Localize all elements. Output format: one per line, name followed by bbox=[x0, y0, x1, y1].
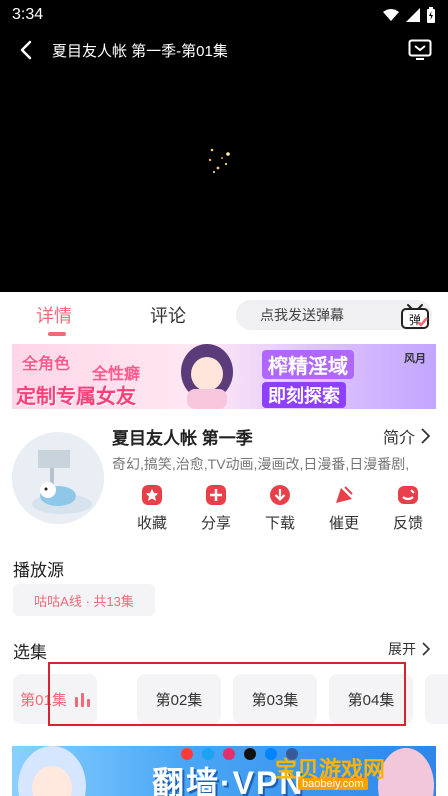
tv-cast-button[interactable] bbox=[406, 38, 434, 62]
share-label: 分享 bbox=[200, 515, 231, 532]
player-title: 夏目友人帐 第一季-第01集 bbox=[52, 42, 228, 60]
urge-update-button[interactable]: 催更 bbox=[312, 484, 376, 540]
chevron-right-icon bbox=[421, 428, 430, 444]
bookmark-icon bbox=[142, 485, 162, 505]
episode-highlight-box bbox=[48, 662, 406, 726]
ad-text-a: 全角色 bbox=[22, 356, 71, 373]
signal-icon bbox=[406, 8, 420, 22]
wifi-icon bbox=[383, 9, 399, 21]
ad-text-d: 榨精淫域 bbox=[262, 350, 354, 379]
tab-details[interactable]: 详情 bbox=[36, 302, 72, 328]
share-icon bbox=[206, 485, 226, 505]
status-bar: 3:34 bbox=[0, 0, 448, 30]
ad-text-e: 即刻探索 bbox=[262, 382, 346, 408]
back-button[interactable] bbox=[14, 38, 38, 62]
expand-label: 展开 bbox=[388, 641, 416, 657]
status-icons bbox=[382, 7, 436, 23]
detail-sheet: 详情 评论 点我发送弹幕 弹 全角色 全性癖 定制专属女友 榨精淫域 即刻探索 … bbox=[0, 292, 448, 796]
battery-icon bbox=[427, 7, 435, 23]
watermark-url: baobeiy.com bbox=[298, 778, 368, 790]
loading-spinner-icon bbox=[208, 148, 230, 173]
episodes-section-title: 选集 bbox=[13, 643, 47, 662]
urge-update-icon bbox=[336, 486, 353, 503]
intro-label: 简介 bbox=[382, 430, 415, 447]
intro-link[interactable]: 简介 bbox=[383, 424, 430, 448]
share-button[interactable]: 分享 bbox=[184, 484, 248, 540]
download-button[interactable]: 下载 bbox=[248, 484, 312, 540]
ad-text-f: 风月 bbox=[404, 353, 426, 365]
video-player[interactable]: 夏目友人帐 第一季-第01集 bbox=[0, 30, 448, 292]
anime-title: 夏目友人帐 第一季 bbox=[112, 429, 253, 448]
status-time: 3:34 bbox=[12, 6, 44, 23]
tab-active-indicator bbox=[48, 332, 66, 336]
download-icon bbox=[270, 485, 290, 505]
anime-tags: 奇幻,搞笑,治愈,TV动画,漫画改,日漫番,日漫番剧, bbox=[112, 456, 410, 472]
tv-cast-icon bbox=[408, 39, 432, 60]
anime-info: 夏目友人帐 第一季 简介 奇幻,搞笑,治愈,TV动画,漫画改,日漫番,日漫番剧,… bbox=[0, 418, 448, 548]
source-chip[interactable]: 咕咕A线 · 共13集 bbox=[13, 584, 155, 616]
feedback-button[interactable]: 反馈 bbox=[376, 484, 440, 540]
feedback-label: 反馈 bbox=[392, 515, 423, 532]
player-top-bar: 夏目友人帐 第一季-第01集 bbox=[0, 30, 448, 70]
poster-illustration-icon bbox=[12, 432, 104, 524]
tab-bar: 详情 评论 点我发送弹幕 弹 bbox=[0, 292, 448, 338]
bookmark-button[interactable]: 收藏 bbox=[120, 484, 184, 540]
ad-text-c: 定制专属女友 bbox=[16, 386, 136, 408]
episode-item-more[interactable] bbox=[425, 674, 448, 724]
feedback-icon bbox=[398, 486, 418, 504]
ad-banner-top[interactable]: 全角色 全性癖 定制专属女友 榨精淫域 即刻探索 风月 bbox=[12, 344, 436, 409]
source-section-title: 播放源 bbox=[13, 561, 64, 580]
danmaku-input[interactable]: 点我发送弹幕 弹 bbox=[236, 300, 432, 330]
urge-update-label: 催更 bbox=[328, 515, 359, 532]
action-row: 收藏 分享 下载 催更 反馈 bbox=[120, 484, 440, 540]
chevron-right-icon bbox=[422, 642, 430, 656]
back-arrow-icon bbox=[20, 40, 32, 60]
bookmark-label: 收藏 bbox=[136, 515, 167, 532]
danmaku-placeholder: 点我发送弹幕 bbox=[260, 307, 344, 323]
download-label: 下载 bbox=[264, 515, 295, 532]
tab-comments[interactable]: 评论 bbox=[150, 302, 186, 328]
danmaku-toggle-icon[interactable]: 弹 bbox=[400, 302, 430, 330]
anime-poster[interactable] bbox=[12, 432, 104, 524]
ad-character-image bbox=[181, 344, 233, 409]
expand-button[interactable]: 展开 bbox=[388, 639, 430, 659]
